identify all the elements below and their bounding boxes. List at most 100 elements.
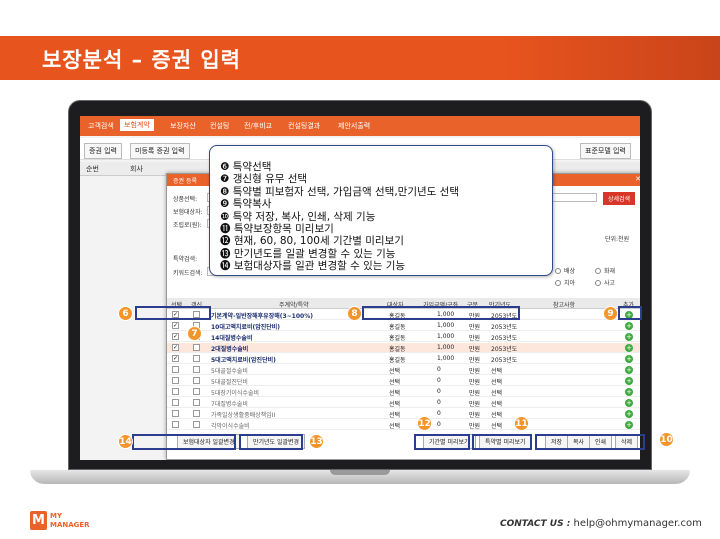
insured-cell[interactable]: 선택 [389, 366, 400, 375]
unit-label: 단위:천원 [605, 236, 630, 243]
table-row[interactable]: 가족일상생활중배상책임II 선택 0 만원 선택 + [167, 409, 640, 419]
table-row[interactable]: 7대질병수술비 선택 0 만원 선택 + [167, 398, 640, 408]
maturity-cell[interactable]: 2053년도 [491, 333, 517, 342]
maturity-cell[interactable]: 선택 [491, 399, 502, 408]
select-checkbox[interactable]: ✓ [172, 333, 179, 340]
grid-header-company: 회사 [130, 165, 143, 173]
amount-cell[interactable]: 0 [437, 421, 441, 428]
renewal-checkbox[interactable] [193, 421, 200, 428]
table-row[interactable]: ✓ 14대질병수술비 홍길동 1,000 만원 2053년도 + [167, 332, 640, 342]
amount-cell[interactable]: 1,000 [437, 333, 454, 340]
table-row[interactable]: ✓ 2대질병수술비 홍길동 1,000 만원 2053년도 + [167, 343, 640, 353]
maturity-cell[interactable]: 2053년도 [491, 355, 517, 364]
insured-cell[interactable]: 홍길동 [389, 344, 406, 353]
table-row[interactable]: 5대골절진단비 선택 0 만원 선택 + [167, 376, 640, 386]
tab-unregistered-input[interactable]: 미등록 증권 입력 [130, 143, 190, 159]
add-icon[interactable]: + [625, 366, 633, 374]
rider-name: 각막이식수술비 [211, 423, 250, 430]
renewal-checkbox[interactable] [193, 355, 200, 362]
select-checkbox[interactable] [172, 399, 179, 406]
add-icon[interactable]: + [625, 344, 633, 352]
unit-cell: 만원 [469, 368, 481, 375]
insured-cell[interactable]: 선택 [389, 399, 400, 408]
radio-fire[interactable]: 화재 [595, 266, 615, 275]
renewal-checkbox[interactable] [193, 410, 200, 417]
select-checkbox[interactable] [172, 421, 179, 428]
close-icon[interactable]: ✕ [635, 175, 640, 183]
table-row[interactable]: ✓ 5대고액치료비(암진단비) 홍길동 1,000 만원 2053년도 + [167, 354, 640, 364]
maturity-cell[interactable]: 선택 [491, 388, 502, 397]
add-icon[interactable]: + [625, 399, 633, 407]
select-checkbox[interactable]: ✓ [172, 344, 179, 351]
nav-consulting[interactable]: 컨설팅 [210, 121, 229, 131]
add-icon[interactable]: + [625, 355, 633, 363]
nav-proposal-print[interactable]: 제안서출력 [338, 121, 370, 131]
radio-label: 치아 [564, 280, 576, 287]
insured-cell[interactable]: 선택 [389, 377, 400, 386]
marker-12: 12 [417, 416, 432, 431]
nav-before-after[interactable]: 전/후비교 [244, 121, 272, 131]
amount-cell[interactable]: 0 [437, 399, 441, 406]
detail-search-button[interactable]: 상세검색 [603, 192, 636, 205]
unit-cell: 만원 [469, 390, 481, 397]
insured-cell[interactable]: 홍길동 [389, 333, 406, 342]
tab-policy-input[interactable]: 증권 입력 [84, 143, 122, 159]
insured-cell[interactable]: 선택 [389, 421, 400, 430]
feature-item: ⓬ 현재, 60, 80, 100세 기간별 미리보기 [220, 235, 404, 248]
contact-email[interactable]: help@ohmymanager.com [574, 518, 702, 529]
feature-item: ❽ 특약별 피보험자 선택, 가입금액 선택,만기년도 선택 [220, 185, 459, 198]
nav-insurance-contract[interactable]: 보험계약 [120, 119, 154, 131]
insured-cell[interactable]: 홍길동 [389, 355, 406, 364]
add-icon[interactable]: + [625, 333, 633, 341]
maturity-cell[interactable]: 선택 [491, 377, 502, 386]
add-icon[interactable]: + [625, 377, 633, 385]
maturity-cell[interactable]: 2053년도 [491, 322, 517, 331]
nav-customer-search[interactable]: 고객검색 [88, 121, 114, 131]
renewal-checkbox[interactable] [193, 388, 200, 395]
amount-cell[interactable]: 0 [437, 366, 441, 373]
maturity-cell[interactable]: 선택 [491, 366, 502, 375]
insured-cell[interactable]: 선택 [389, 410, 400, 419]
amount-cell[interactable]: 0 [437, 388, 441, 395]
insured-cell[interactable]: 홍길동 [389, 322, 406, 331]
title-bar: 보장분석 – 증권 입력 [0, 36, 720, 80]
add-icon[interactable]: + [625, 322, 633, 330]
add-icon[interactable]: + [625, 410, 633, 418]
unit-cell: 만원 [469, 423, 481, 430]
table-row[interactable]: ✓ 10대고액치료비(암진단비) 홍길동 1,000 만원 2053년도 + [167, 321, 640, 331]
select-checkbox[interactable] [172, 388, 179, 395]
nav-coverage-assets[interactable]: 보장자산 [170, 121, 196, 131]
maturity-cell[interactable]: 선택 [491, 421, 502, 430]
select-checkbox[interactable]: ✓ [172, 322, 179, 329]
maturity-cell[interactable]: 선택 [491, 410, 502, 419]
renewal-checkbox[interactable] [193, 366, 200, 373]
select-checkbox[interactable] [172, 410, 179, 417]
radio-accident[interactable]: 사고 [595, 278, 615, 287]
highlight-insured-amount-year [362, 306, 520, 320]
table-row[interactable]: 5대장기이식수술비 선택 0 만원 선택 + [167, 387, 640, 397]
radio-liability[interactable]: 배상 [555, 266, 575, 275]
unit-cell: 만원 [469, 412, 481, 419]
renewal-checkbox[interactable] [193, 399, 200, 406]
table-row[interactable]: 5대골절수술비 선택 0 만원 선택 + [167, 365, 640, 375]
amount-cell[interactable]: 1,000 [437, 322, 454, 329]
maturity-cell[interactable]: 2053년도 [491, 344, 517, 353]
amount-cell[interactable]: 1,000 [437, 355, 454, 362]
amount-cell[interactable]: 0 [437, 377, 441, 384]
renewal-checkbox[interactable] [193, 377, 200, 384]
select-checkbox[interactable] [172, 377, 179, 384]
nav-consulting-result[interactable]: 컨설팅결과 [288, 121, 320, 131]
amount-cell[interactable]: 1,000 [437, 344, 454, 351]
renewal-checkbox[interactable] [193, 344, 200, 351]
select-checkbox[interactable]: ✓ [172, 355, 179, 362]
add-icon[interactable]: + [625, 388, 633, 396]
select-checkbox[interactable] [172, 366, 179, 373]
dialog-title: 증권 등록 [173, 178, 197, 185]
radio-dental[interactable]: 치아 [555, 278, 575, 287]
amount-cell[interactable]: 0 [437, 410, 441, 417]
standard-model-button[interactable]: 표준모델 입력 [580, 143, 631, 159]
table-row[interactable]: 각막이식수술비 선택 0 만원 선택 + [167, 420, 640, 430]
logo-line2: MANAGER [50, 521, 90, 529]
add-icon[interactable]: + [625, 421, 633, 429]
insured-cell[interactable]: 선택 [389, 388, 400, 397]
